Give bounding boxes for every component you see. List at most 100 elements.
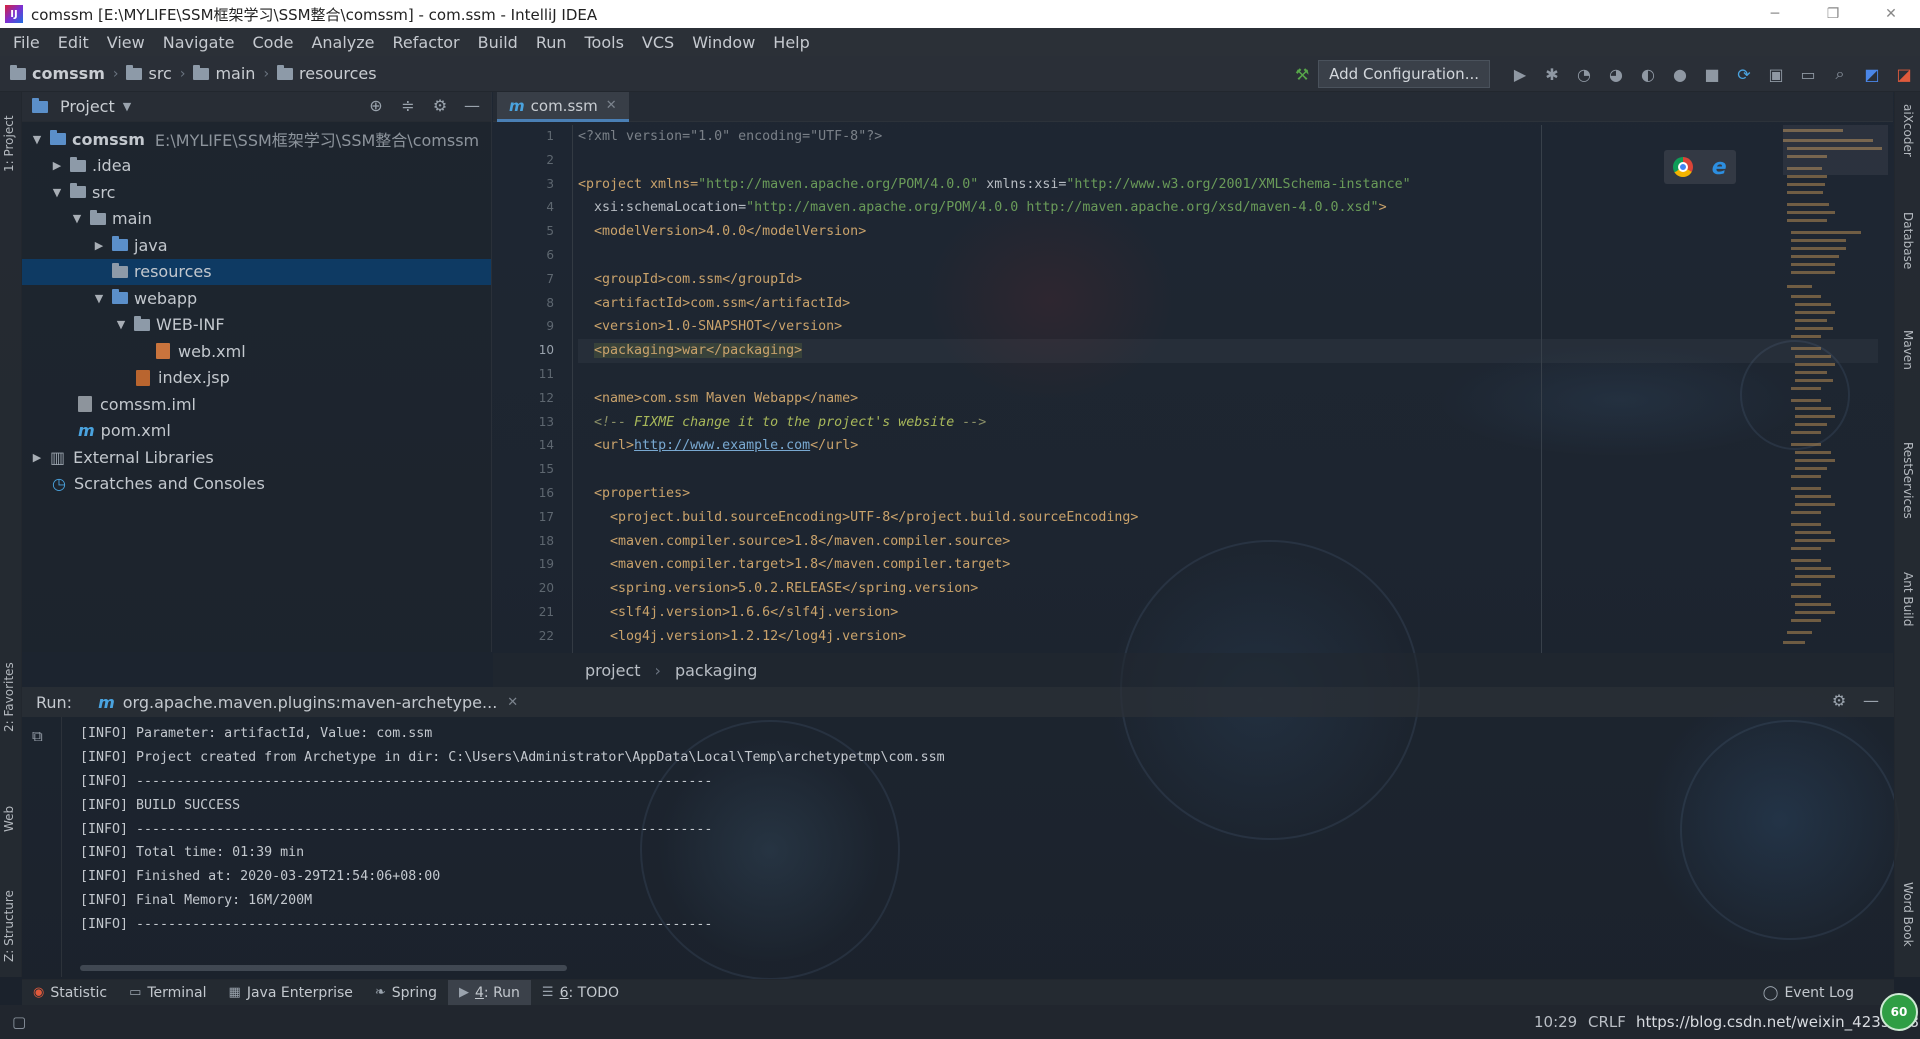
expand-arrow-icon[interactable]: ▼ (30, 133, 44, 146)
code-minimap[interactable] (1783, 125, 1888, 653)
tree-item-comssm[interactable]: ▼ comssm E:\MYLIFE\SSM框架学习\SSM整合\comssm (22, 126, 491, 153)
tool-database-tab[interactable]: Database (1901, 212, 1915, 269)
tool-structure-tab[interactable]: Z: Structure (2, 890, 16, 962)
toggle-tool-windows-icon[interactable]: ▢ (12, 1013, 26, 1031)
terminal-window-icon[interactable]: ▭ (1797, 63, 1819, 85)
search-icon[interactable]: ⌕ (1829, 63, 1851, 85)
code-editor[interactable]: <?xml version="1.0" encoding="UTF-8"?> <… (578, 125, 1878, 653)
tree-item-index-jsp[interactable]: index.jsp (22, 365, 491, 392)
plugin-icon[interactable]: ◪ (1893, 63, 1915, 85)
project-view-selector[interactable]: Project (60, 97, 115, 116)
tree-item-webapp[interactable]: ▼ webapp (22, 285, 491, 312)
translate-icon[interactable]: ◩ (1861, 63, 1883, 85)
tool-web-tab[interactable]: Web (2, 806, 16, 832)
tool-project-tab[interactable]: 1: Project (2, 115, 16, 172)
tool-favorites-tab[interactable]: 2: Favorites (2, 662, 16, 732)
tree-item-main[interactable]: ▼ main (22, 206, 491, 233)
caret-position[interactable]: 10:29 (1534, 1013, 1577, 1031)
nav-crumb-main[interactable]: main (193, 64, 255, 83)
expand-arrow-icon[interactable]: ▶ (92, 239, 106, 252)
menu-vcs[interactable]: VCS (633, 33, 683, 52)
stop-icon[interactable]: ■ (1701, 63, 1723, 85)
restore-button[interactable]: ❐ (1804, 0, 1862, 28)
close-tab-icon[interactable]: ✕ (606, 98, 617, 113)
menu-view[interactable]: View (98, 33, 154, 52)
tree-item-resources[interactable]: resources (22, 258, 491, 285)
hide-icon[interactable]: — (1860, 691, 1882, 710)
close-button[interactable]: ✕ (1862, 0, 1920, 28)
tool-antbuild-tab[interactable]: Ant Build (1901, 572, 1915, 626)
update-icon[interactable]: ⟳ (1733, 63, 1755, 85)
code-url-link[interactable]: http://www.example.com (634, 438, 810, 453)
tree-item-pom-xml[interactable]: m pom.xml (22, 418, 491, 445)
menu-navigate[interactable]: Navigate (154, 33, 244, 52)
tool-wordbook-tab[interactable]: Word Book (1901, 882, 1915, 947)
tree-item-comssm-iml[interactable]: comssm.iml (22, 391, 491, 418)
tree-item-src[interactable]: ▼ src (22, 179, 491, 206)
tool-restservices-tab[interactable]: RestServices (1901, 442, 1915, 519)
tree-item-java[interactable]: ▶ java (22, 232, 491, 259)
run-icon[interactable]: ▶ (1509, 63, 1531, 85)
edge-icon[interactable]: e (1712, 155, 1727, 180)
tree-item-web-inf[interactable]: ▼ WEB-INF (22, 312, 491, 339)
tool-tab-run[interactable]: ▶ 4: Run (447, 979, 531, 1006)
tool-tab-terminal[interactable]: ▭ Terminal (118, 980, 217, 1006)
tool-tab-java-enterprise[interactable]: ▦ Java Enterprise (218, 980, 364, 1006)
tree-item-scratches[interactable]: ◷ Scratches and Consoles (22, 471, 491, 498)
tool-aixcoder-tab[interactable]: aiXcoder (1901, 104, 1915, 157)
record-icon[interactable]: ● (1669, 63, 1691, 85)
expand-arrow-icon[interactable]: ▶ (30, 451, 44, 464)
hide-icon[interactable]: — (461, 96, 483, 118)
chrome-icon[interactable] (1673, 157, 1694, 177)
event-log-tab[interactable]: ◯ Event Log (1763, 980, 1894, 1006)
breadcrumb-packaging[interactable]: packaging (675, 661, 757, 680)
menu-help[interactable]: Help (764, 33, 818, 52)
console-horizontal-scrollbar[interactable] (80, 965, 567, 971)
attach-icon[interactable]: ◐ (1637, 63, 1659, 85)
close-tab-icon[interactable]: ✕ (507, 695, 518, 710)
menu-run[interactable]: Run (527, 33, 576, 52)
profile-icon[interactable]: ◕ (1605, 63, 1627, 85)
menu-window[interactable]: Window (683, 33, 764, 52)
tree-item-web-xml[interactable]: web.xml (22, 338, 491, 365)
tool-tab-todo[interactable]: ☰ 6: TODO (531, 980, 630, 1006)
line-separator[interactable]: CRLF (1588, 1013, 1626, 1031)
add-configuration-button[interactable]: Add Configuration... (1318, 60, 1490, 88)
debug-icon[interactable]: ✱ (1541, 63, 1563, 85)
expand-arrow-icon[interactable]: ▼ (114, 318, 128, 331)
expand-arrow-icon[interactable]: ▶ (50, 159, 64, 172)
coverage-icon[interactable]: ◔ (1573, 63, 1595, 85)
tool-tab-spring[interactable]: ❧ Spring (364, 980, 448, 1006)
expand-arrow-icon[interactable]: ▼ (92, 292, 106, 305)
tree-item-external-libraries[interactable]: ▶ ▥ External Libraries (22, 444, 491, 471)
chevron-down-icon[interactable]: ▼ (123, 100, 131, 113)
editor-tab-com-ssm[interactable]: m com.ssm ✕ (497, 92, 629, 122)
menu-refactor[interactable]: Refactor (384, 33, 469, 52)
menu-tools[interactable]: Tools (576, 33, 633, 52)
breadcrumb-project[interactable]: project (585, 661, 641, 680)
menu-analyze[interactable]: Analyze (302, 33, 383, 52)
project-structure-icon[interactable]: ▣ (1765, 63, 1787, 85)
locate-icon[interactable]: ⊕ (365, 96, 387, 118)
nav-crumb-project[interactable]: comssm (0, 64, 105, 83)
menu-code[interactable]: Code (244, 33, 303, 52)
expand-arrow-icon[interactable]: ▼ (50, 186, 64, 199)
nav-crumb-src[interactable]: src (126, 64, 172, 83)
run-console-output[interactable]: [INFO] Parameter: artifactId, Value: com… (80, 722, 1880, 937)
memory-indicator[interactable]: 60 (1880, 993, 1918, 1031)
nav-crumb-resources[interactable]: resources (277, 64, 377, 83)
tool-tab-statistic[interactable]: ◉ Statistic (22, 980, 118, 1006)
run-tab[interactable]: org.apache.maven.plugins:maven-archetype… (123, 693, 498, 712)
collapse-all-icon[interactable]: ≑ (397, 96, 419, 118)
expand-arrow-icon[interactable]: ▼ (70, 212, 84, 225)
restore-layout-icon[interactable]: ⧉ (32, 727, 43, 745)
gear-icon[interactable]: ⚙ (1828, 691, 1850, 710)
build-hammer-icon[interactable]: ⚒ (1291, 63, 1313, 85)
menu-file[interactable]: File (4, 33, 49, 52)
tool-maven-tab[interactable]: Maven (1901, 330, 1915, 370)
tree-item-idea[interactable]: ▶ .idea (22, 153, 491, 180)
menu-edit[interactable]: Edit (49, 33, 98, 52)
minimize-button[interactable]: ─ (1746, 0, 1804, 28)
menu-build[interactable]: Build (469, 33, 527, 52)
gear-icon[interactable]: ⚙ (429, 96, 451, 118)
